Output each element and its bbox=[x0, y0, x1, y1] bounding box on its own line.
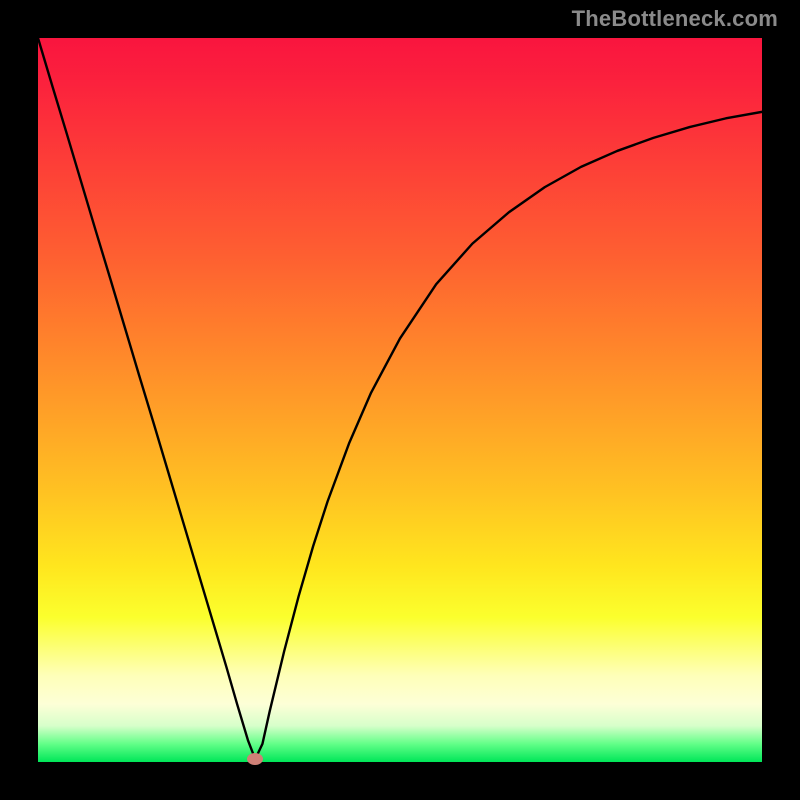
plot-area bbox=[38, 38, 762, 762]
bottleneck-curve bbox=[38, 38, 762, 759]
chart-frame: TheBottleneck.com bbox=[0, 0, 800, 800]
watermark-text: TheBottleneck.com bbox=[572, 6, 778, 32]
curve-svg bbox=[38, 38, 762, 762]
minimum-marker bbox=[247, 753, 263, 765]
